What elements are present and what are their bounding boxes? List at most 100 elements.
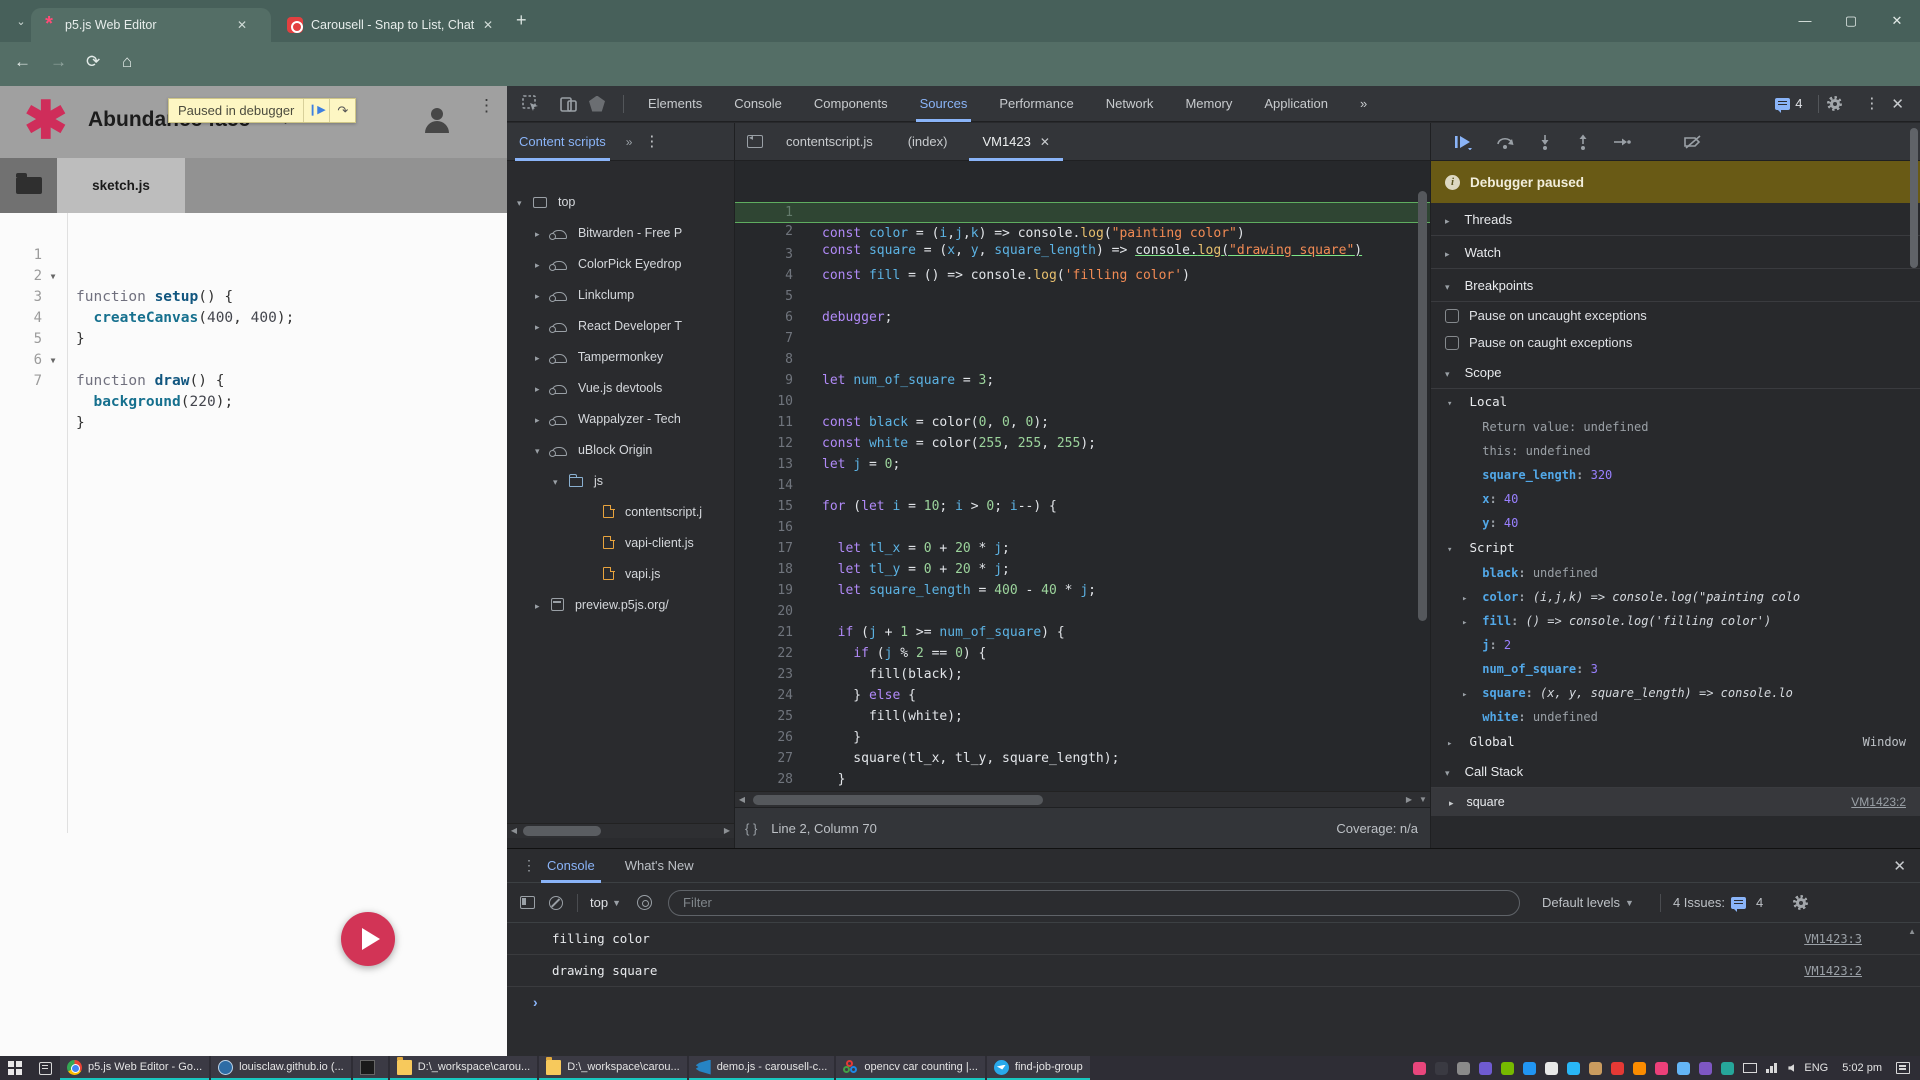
- taskbar-app-button[interactable]: louisclaw.github.io (...: [211, 1056, 351, 1080]
- tree-item[interactable]: ▸ Linkclump: [507, 280, 735, 311]
- debugger-row[interactable]: ▸ fill () => console.log('filling color'…: [1431, 609, 1920, 633]
- debugger-row[interactable]: ▾ Breakpoints: [1431, 269, 1920, 302]
- code-line[interactable]: 26 square(tl_x, tl_y, square_length);: [735, 706, 1430, 727]
- devtools-tab[interactable]: Performance: [983, 86, 1089, 122]
- forward-button[interactable]: →: [50, 52, 67, 72]
- step-icon[interactable]: [1613, 134, 1631, 150]
- scrollbar-thumb[interactable]: [1418, 191, 1427, 621]
- expand-arrow-icon[interactable]: ▸: [1445, 205, 1461, 238]
- tree-item[interactable]: vapi.js: [507, 559, 735, 590]
- expand-arrow-icon[interactable]: ▾: [1445, 757, 1461, 790]
- debugger-row[interactable]: ▾ Scope: [1431, 356, 1920, 389]
- expand-arrow-icon[interactable]: ▸: [535, 219, 548, 249]
- file-tab[interactable]: (index): [895, 123, 970, 161]
- code-line[interactable]: 2 const square = (x, y, square_length) =…: [735, 202, 1430, 223]
- taskbar-app-button[interactable]: opencv car counting |...: [836, 1056, 985, 1080]
- code-line[interactable]: 13: [735, 433, 1430, 454]
- code-line[interactable]: 18 let square_length = 400 - 40 * j;: [735, 538, 1430, 559]
- expand-arrow-icon[interactable]: ▸: [535, 374, 548, 404]
- execution-context-selector[interactable]: top: [590, 895, 608, 910]
- console-prompt[interactable]: ›: [507, 987, 1920, 1017]
- tray-icon[interactable]: [1413, 1062, 1426, 1075]
- live-expression-eye-icon[interactable]: [637, 895, 652, 910]
- tray-icon[interactable]: [1523, 1062, 1536, 1075]
- levels-dropdown-arrow-icon[interactable]: ▼: [1625, 898, 1634, 908]
- scroll-up-icon[interactable]: ▲: [1908, 927, 1916, 936]
- tab-close-icon[interactable]: ✕: [483, 18, 493, 32]
- log-levels-selector[interactable]: Default levels: [1542, 895, 1620, 910]
- devtools-tab[interactable]: Console: [718, 86, 798, 122]
- tree-item[interactable]: vapi-client.js: [507, 528, 735, 559]
- window-close-button[interactable]: ✕: [1874, 0, 1920, 42]
- scroll-left-icon[interactable]: ◀: [735, 793, 749, 807]
- task-view-button[interactable]: [30, 1056, 60, 1080]
- tree-item[interactable]: contentscript.j: [507, 497, 735, 528]
- p5-account-icon[interactable]: [420, 104, 454, 138]
- scroll-right-icon[interactable]: ▶: [1402, 793, 1416, 807]
- editor-horizontal-scrollbar[interactable]: ◀ ▶ ▼: [735, 791, 1430, 807]
- taskbar-app-button[interactable]: D:\_workspace\carou...: [390, 1056, 538, 1080]
- code-line[interactable]: 5 debugger;: [735, 265, 1430, 286]
- code-line[interactable]: 22 fill(black);: [735, 622, 1430, 643]
- file-tab-close-icon[interactable]: ✕: [1040, 135, 1050, 149]
- drawer-menu-icon[interactable]: ⋮: [522, 863, 527, 868]
- context-dropdown-arrow-icon[interactable]: ▼: [612, 898, 621, 908]
- display-tray-icon[interactable]: [1743, 1063, 1757, 1073]
- checkbox[interactable]: [1445, 309, 1459, 323]
- action-center-icon[interactable]: [1896, 1062, 1910, 1074]
- code-line[interactable]: 2 createCanvas(400, 400);: [0, 245, 507, 266]
- p5-menu-icon[interactable]: ⋮: [478, 102, 484, 110]
- reload-button[interactable]: ⟳: [86, 52, 100, 72]
- pretty-print-icon[interactable]: { }: [745, 821, 757, 836]
- tray-icon[interactable]: [1699, 1062, 1712, 1075]
- code-line[interactable]: 12 let j = 0;: [735, 412, 1430, 433]
- console-sidebar-icon[interactable]: [520, 896, 535, 909]
- code-line[interactable]: 15: [735, 475, 1430, 496]
- code-line[interactable]: 3 const fill = () => console.log('fillin…: [735, 223, 1430, 244]
- tray-icon[interactable]: [1545, 1062, 1558, 1075]
- devtools-tab[interactable]: »: [1344, 86, 1383, 122]
- tree-item[interactable]: ▾ top: [507, 187, 735, 218]
- code-line[interactable]: 25 }: [735, 685, 1430, 706]
- inspect-element-icon[interactable]: [521, 94, 541, 114]
- tree-item[interactable]: ▸ preview.p5js.org/: [507, 590, 735, 621]
- scrollbar-thumb[interactable]: [523, 826, 601, 836]
- debugger-row[interactable]: x 40: [1431, 487, 1920, 511]
- taskbar-app-button[interactable]: demo.js - carousell-c...: [689, 1056, 835, 1080]
- debugger-row[interactable]: ▸ square (x, y, square_length) => consol…: [1431, 681, 1920, 705]
- tray-icon[interactable]: [1721, 1062, 1734, 1075]
- file-tab-sketch-js[interactable]: sketch.js: [57, 158, 185, 213]
- debugger-row[interactable]: Return value undefined: [1431, 415, 1920, 439]
- clock[interactable]: 5:02 pm: [1842, 1062, 1882, 1074]
- console-settings-gear-icon[interactable]: [1793, 895, 1808, 910]
- tree-item[interactable]: ▸ Bitwarden - Free P: [507, 218, 735, 249]
- console-message[interactable]: filling color VM1423:3: [507, 923, 1920, 955]
- browser-tab-p5[interactable]: * p5.js Web Editor ✕: [31, 8, 271, 42]
- expand-arrow-icon[interactable]: ▾: [1445, 271, 1461, 304]
- language-indicator[interactable]: ENG: [1804, 1062, 1828, 1074]
- expand-arrow-icon[interactable]: ▾: [1447, 537, 1462, 563]
- hide-navigator-icon[interactable]: [747, 135, 763, 148]
- code-line[interactable]: 24 fill(white);: [735, 664, 1430, 685]
- tray-icon[interactable]: [1435, 1062, 1448, 1075]
- debugger-row[interactable]: Pause on uncaught exceptions: [1431, 302, 1920, 329]
- code-line[interactable]: 27 }: [735, 727, 1430, 748]
- expand-arrow-icon[interactable]: ▸: [1447, 731, 1462, 757]
- issues-badge[interactable]: 4: [1775, 96, 1802, 111]
- expand-arrow-icon[interactable]: ▾: [1445, 358, 1461, 391]
- debugger-row[interactable]: ▾ Call Stack: [1431, 755, 1920, 788]
- code-line[interactable]: 9: [735, 349, 1430, 370]
- tree-item[interactable]: ▸ Vue.js devtools: [507, 373, 735, 404]
- debugger-row[interactable]: ▸ color (i,j,k) => console.log("painting…: [1431, 585, 1920, 609]
- debugger-row[interactable]: this undefined: [1431, 439, 1920, 463]
- drawer-tab[interactable]: What's New: [619, 849, 700, 883]
- code-line[interactable]: 19: [735, 559, 1430, 580]
- console-message[interactable]: drawing square VM1423:2: [507, 955, 1920, 987]
- debugger-row[interactable]: white undefined: [1431, 705, 1920, 729]
- step-over-icon[interactable]: ↷: [329, 99, 355, 122]
- code-line[interactable]: 1 ▼ function setup() {: [0, 224, 507, 245]
- more-tabs-icon[interactable]: »: [626, 135, 631, 149]
- code-line[interactable]: 1 const color = (i,j,k) => console.log("…: [735, 181, 1430, 202]
- start-button[interactable]: [0, 1056, 30, 1080]
- network-icon[interactable]: [1766, 1063, 1779, 1073]
